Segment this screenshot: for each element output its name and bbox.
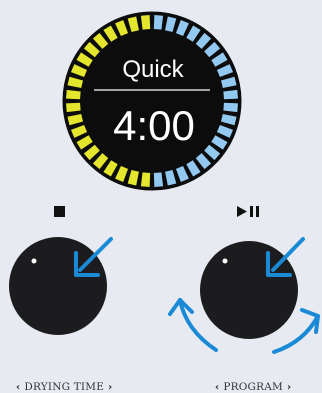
ring-segment-remaining [223, 89, 238, 100]
knob-body [200, 241, 298, 339]
chevron-left-icon[interactable]: ‹ [16, 382, 20, 393]
drying-time-caption: ‹ DRYING TIME › [16, 381, 112, 393]
knob-indicator-dot [31, 258, 37, 264]
chevron-right-icon[interactable]: › [108, 382, 112, 393]
knob-body [9, 237, 107, 335]
program-caption: ‹ PROGRAM › [215, 381, 291, 393]
ring-segment-elapsed [140, 15, 151, 30]
play-pause-icon [237, 206, 259, 217]
knob-indicator-dot [222, 258, 228, 264]
stop-button[interactable] [53, 205, 66, 218]
program-label: PROGRAM [223, 381, 283, 393]
ring-segment-remaining [153, 15, 164, 30]
ring-segment-elapsed [140, 172, 151, 187]
program-knob[interactable] [166, 230, 322, 360]
remaining-time: 4:00 [113, 102, 195, 149]
timer-display: Quick 4:00 [62, 11, 242, 191]
program-name-label: Quick [122, 56, 184, 83]
chevron-left-icon[interactable]: ‹ [215, 382, 219, 393]
drying-time-knob[interactable] [0, 230, 140, 340]
ring-segment-elapsed [66, 102, 81, 113]
ring-segment-elapsed [66, 89, 81, 100]
play-pause-button[interactable] [236, 205, 264, 218]
stop-icon [54, 206, 65, 217]
chevron-right-icon[interactable]: › [287, 382, 291, 393]
ring-segment-remaining [153, 172, 164, 187]
display-face [81, 30, 223, 172]
ring-segment-remaining [223, 102, 238, 113]
drying-time-label: DRYING TIME [24, 381, 105, 393]
